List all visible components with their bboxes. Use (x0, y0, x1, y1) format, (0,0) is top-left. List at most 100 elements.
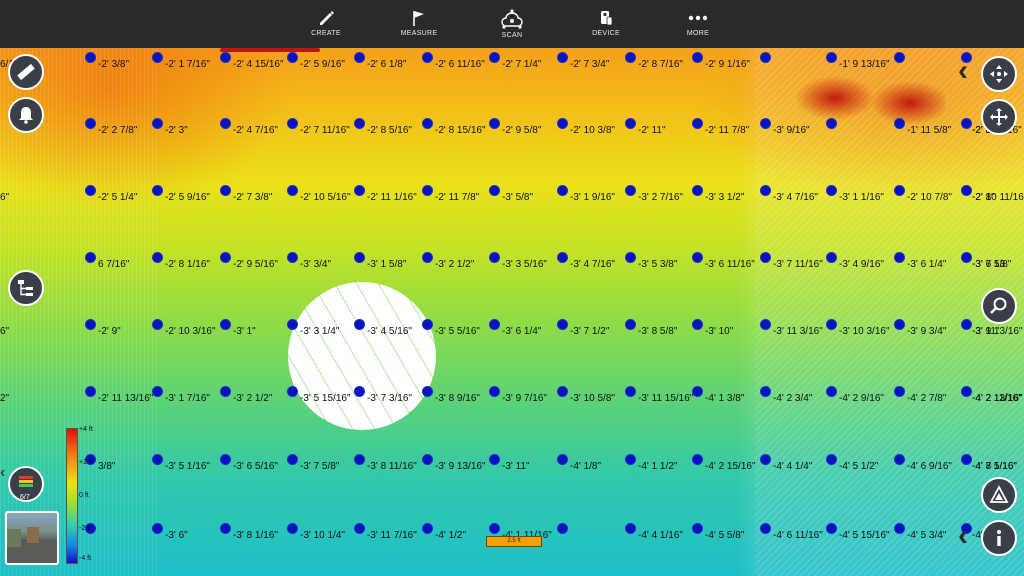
grid-point[interactable] (422, 52, 433, 63)
grid-point[interactable] (287, 454, 298, 465)
grid-point[interactable] (557, 185, 568, 196)
grid-point[interactable] (692, 185, 703, 196)
grid-point[interactable] (692, 52, 703, 63)
grid-point[interactable] (826, 118, 837, 129)
grid-point[interactable] (557, 454, 568, 465)
grid-point[interactable] (152, 252, 163, 263)
grid-point[interactable] (894, 454, 905, 465)
grid-point[interactable] (85, 118, 96, 129)
fit-view-button[interactable] (981, 99, 1017, 135)
grid-point[interactable] (489, 386, 500, 397)
grid-point[interactable] (760, 386, 771, 397)
grid-point[interactable] (152, 185, 163, 196)
grid-point[interactable] (85, 386, 96, 397)
grid-point[interactable] (760, 52, 771, 63)
grid-point[interactable] (557, 52, 568, 63)
grid-point[interactable] (220, 319, 231, 330)
grid-point[interactable] (152, 454, 163, 465)
grid-point[interactable] (692, 118, 703, 129)
grid-point[interactable] (152, 386, 163, 397)
grid-point[interactable] (422, 185, 433, 196)
grid-point[interactable] (826, 454, 837, 465)
grid-point[interactable] (625, 319, 636, 330)
device-button[interactable]: DEVICE (561, 4, 651, 46)
terrain-button[interactable] (981, 477, 1017, 513)
grid-point[interactable] (826, 319, 837, 330)
grid-point[interactable] (625, 118, 636, 129)
grid-point[interactable] (287, 185, 298, 196)
grid-point[interactable] (625, 454, 636, 465)
grid-point[interactable] (422, 319, 433, 330)
grid-point[interactable] (354, 118, 365, 129)
grid-point[interactable] (760, 523, 771, 534)
grid-point[interactable] (489, 185, 500, 196)
grid-point[interactable] (826, 386, 837, 397)
grid-point[interactable] (625, 386, 636, 397)
collapse-left-chevron-icon[interactable]: ‹ (0, 458, 5, 488)
grid-point[interactable] (354, 386, 365, 397)
grid-point[interactable] (894, 118, 905, 129)
grid-point[interactable] (961, 118, 972, 129)
grid-point[interactable] (760, 252, 771, 263)
grid-point[interactable] (220, 118, 231, 129)
grid-point[interactable] (489, 52, 500, 63)
grid-point[interactable] (625, 52, 636, 63)
grid-point[interactable] (894, 252, 905, 263)
expand-info-chevron-icon[interactable]: ‹ (958, 521, 968, 551)
grid-point[interactable] (826, 252, 837, 263)
grid-point[interactable] (961, 319, 972, 330)
grid-point[interactable] (354, 185, 365, 196)
pan-button[interactable] (981, 56, 1017, 92)
grid-point[interactable] (85, 252, 96, 263)
grid-point[interactable] (894, 52, 905, 63)
grid-point[interactable] (287, 52, 298, 63)
grid-point[interactable] (826, 185, 837, 196)
grid-point[interactable] (287, 252, 298, 263)
grid-point[interactable] (287, 319, 298, 330)
grid-point[interactable] (220, 386, 231, 397)
grid-point[interactable] (422, 252, 433, 263)
grid-point[interactable] (422, 454, 433, 465)
grid-point[interactable] (760, 319, 771, 330)
grid-point[interactable] (152, 52, 163, 63)
grid-point[interactable] (894, 185, 905, 196)
grid-point[interactable] (489, 252, 500, 263)
grid-point[interactable] (961, 252, 972, 263)
grid-point[interactable] (894, 523, 905, 534)
scan-heatmap-view[interactable]: 6/16"-2' 3/8"-2' 1 7/16"-2' 4 15/16"-2' … (0, 48, 1024, 576)
scan-button[interactable]: SCAN (467, 4, 557, 46)
grid-point[interactable] (220, 454, 231, 465)
grid-point[interactable] (489, 454, 500, 465)
grid-point[interactable] (625, 523, 636, 534)
grid-point[interactable] (557, 118, 568, 129)
grid-point[interactable] (287, 386, 298, 397)
grid-point[interactable] (692, 386, 703, 397)
grid-point[interactable] (557, 386, 568, 397)
grid-point[interactable] (152, 523, 163, 534)
grid-point[interactable] (489, 523, 500, 534)
grid-point[interactable] (85, 319, 96, 330)
grid-point[interactable] (354, 454, 365, 465)
grid-point[interactable] (894, 319, 905, 330)
grid-point[interactable] (961, 454, 972, 465)
grid-point[interactable] (826, 52, 837, 63)
grid-point[interactable] (692, 319, 703, 330)
grid-point[interactable] (422, 386, 433, 397)
grid-point[interactable] (557, 319, 568, 330)
expand-right-chevron-icon[interactable]: ‹ (958, 56, 968, 86)
more-button[interactable]: MORE (653, 4, 743, 46)
grid-point[interactable] (557, 252, 568, 263)
create-button[interactable]: CREATE (281, 4, 371, 46)
grid-point[interactable] (489, 319, 500, 330)
grid-point[interactable] (760, 118, 771, 129)
grid-point[interactable] (220, 252, 231, 263)
grid-point[interactable] (287, 118, 298, 129)
grid-point[interactable] (422, 118, 433, 129)
grid-point[interactable] (422, 523, 433, 534)
grid-point[interactable] (489, 118, 500, 129)
grid-point[interactable] (692, 454, 703, 465)
photo-thumbnail[interactable] (5, 511, 59, 565)
grid-point[interactable] (85, 52, 96, 63)
grid-point[interactable] (557, 523, 568, 534)
grid-point[interactable] (692, 252, 703, 263)
